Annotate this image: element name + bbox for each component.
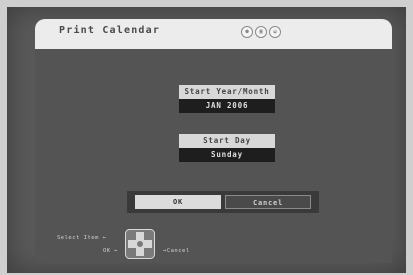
page-title: Print Calendar	[59, 25, 161, 36]
help-select-item: Select Item ←	[57, 235, 107, 241]
title-bar: Print Calendar ● ▣ ◒	[35, 19, 392, 49]
sd-card-icon: ▣	[255, 26, 267, 38]
button-bar: OK Cancel	[127, 191, 319, 213]
cancel-button[interactable]: Cancel	[225, 195, 311, 209]
help-cancel-label: Cancel	[166, 248, 190, 254]
help-ok: OK ←	[103, 248, 119, 254]
help-legend: Select Item ← OK ← →Cancel	[57, 229, 217, 259]
disc-icon: ●	[241, 26, 253, 38]
help-ok-label: OK	[103, 248, 111, 254]
screen: Print Calendar ● ▣ ◒ Start Year/Month JA…	[7, 7, 406, 273]
start-day-label: Start Day	[179, 134, 275, 148]
help-cancel: →Cancel	[163, 248, 190, 254]
help-select-item-label: Select Item	[57, 235, 99, 241]
start-year-month-value[interactable]: JAN 2006	[179, 99, 275, 113]
dpad-icon	[125, 229, 155, 259]
ok-button[interactable]: OK	[135, 195, 221, 209]
hdd-icon: ◒	[269, 26, 281, 38]
start-year-month-field[interactable]: Start Year/Month JAN 2006	[179, 85, 275, 113]
content-panel: Start Year/Month JAN 2006 Start Day Sund…	[35, 49, 392, 263]
start-day-value[interactable]: Sunday	[179, 148, 275, 162]
media-icons: ● ▣ ◒	[241, 26, 281, 38]
start-day-field[interactable]: Start Day Sunday	[179, 134, 275, 162]
start-year-month-label: Start Year/Month	[179, 85, 275, 99]
